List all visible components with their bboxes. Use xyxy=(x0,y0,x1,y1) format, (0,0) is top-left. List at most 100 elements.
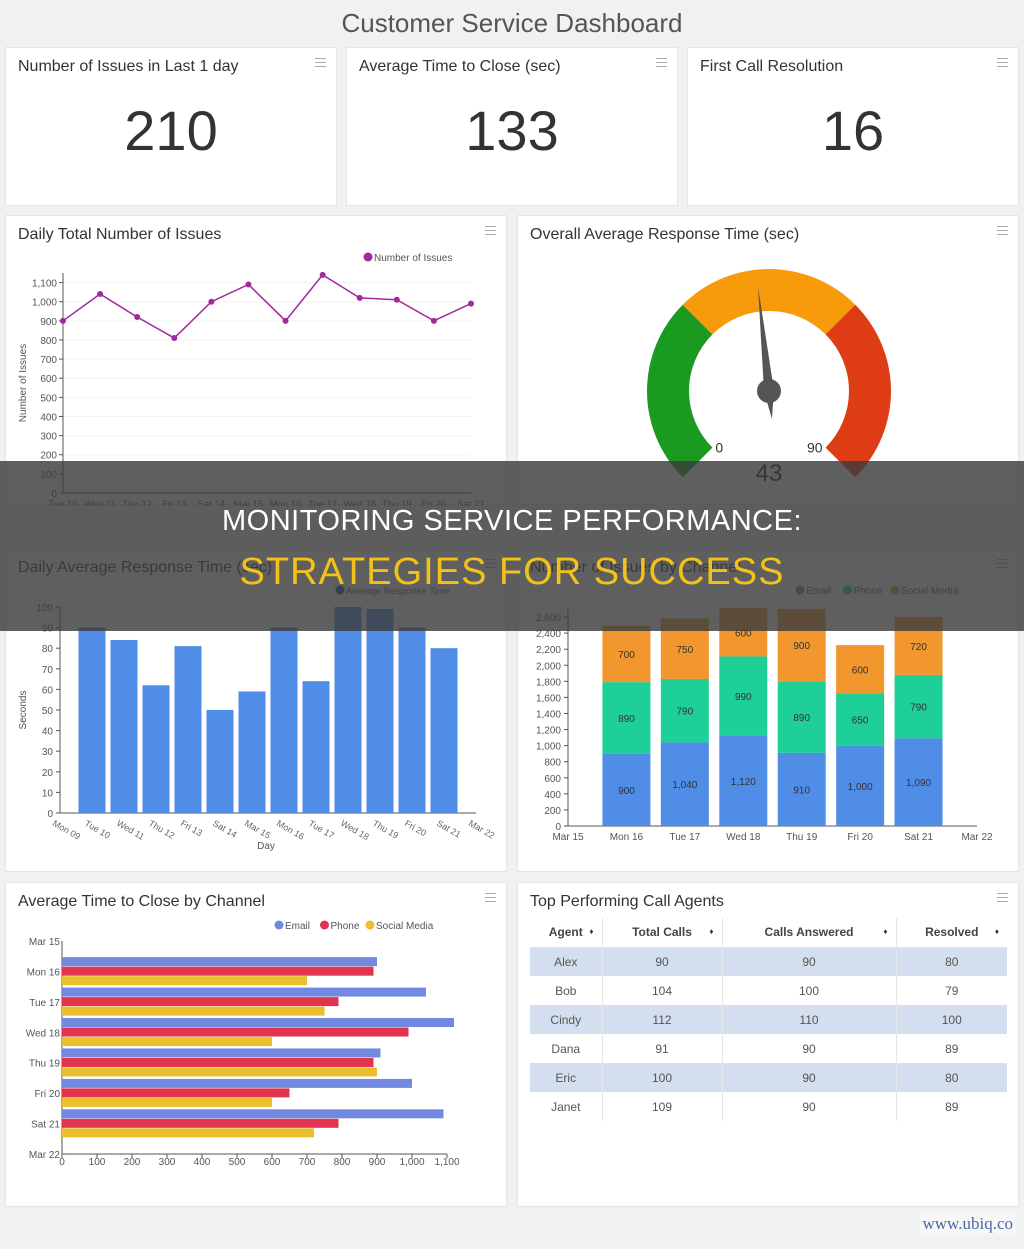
x-tick-label: Sat 14 xyxy=(211,818,239,840)
y-tick-label: 800 xyxy=(544,758,561,769)
x-tick-label: 600 xyxy=(264,1157,281,1168)
sort-icon[interactable]: ♦ xyxy=(709,927,713,936)
column-header-resolved[interactable]: Resolved ♦ xyxy=(896,918,1007,948)
sort-icon[interactable]: ♦ xyxy=(995,927,999,936)
y-tick-label: 200 xyxy=(544,806,561,817)
legend-marker xyxy=(365,920,375,930)
data-label: 990 xyxy=(735,692,752,703)
cell: 89 xyxy=(945,1041,959,1056)
kpi-value: 133 xyxy=(465,99,559,162)
y-tick-label: Wed 18 xyxy=(26,1028,61,1039)
menu-icon[interactable] xyxy=(656,58,667,67)
column-header-total-calls[interactable]: Total Calls ♦ xyxy=(602,918,723,948)
bar xyxy=(62,1118,339,1128)
x-tick-label: Mar 22 xyxy=(467,818,496,841)
bar xyxy=(174,646,202,813)
x-tick-label: 1,000 xyxy=(399,1157,424,1168)
gauge-pivot xyxy=(757,379,781,403)
x-tick-label: Thu 19 xyxy=(371,818,400,841)
cell: 100 xyxy=(722,976,897,1005)
x-tick-label: 700 xyxy=(299,1157,316,1168)
menu-icon[interactable] xyxy=(315,58,326,67)
x-tick-label: Fri 20 xyxy=(403,818,428,838)
y-tick-label: 60 xyxy=(42,685,54,696)
cell: 100 xyxy=(602,1063,723,1092)
cell: 90 xyxy=(722,947,897,976)
x-tick-label: 500 xyxy=(229,1157,246,1168)
data-label: 650 xyxy=(852,716,869,727)
kpi-card-time-to-close: Average Time to Close (sec) 133 xyxy=(346,47,678,206)
cell: 80 xyxy=(896,1063,1007,1092)
column-label: Calls Answered xyxy=(764,925,854,940)
bar xyxy=(62,1078,412,1088)
data-point xyxy=(319,271,326,278)
table-row: Eric 100 90 80 xyxy=(530,1063,1007,1092)
data-point xyxy=(282,317,289,324)
data-label: 1,040 xyxy=(672,780,697,791)
data-point xyxy=(468,300,474,307)
legend-label: Email xyxy=(285,921,310,932)
x-tick-label: Sat 21 xyxy=(435,818,463,840)
column-label: Resolved xyxy=(925,925,979,940)
gauge-max-label: 90 xyxy=(807,440,823,456)
x-tick-label: Mon 09 xyxy=(51,818,82,842)
bar xyxy=(62,1109,444,1119)
data-label: 1,000 xyxy=(848,782,873,793)
column-label: Total Calls xyxy=(632,925,692,940)
x-tick-label: Wed 18 xyxy=(339,818,371,842)
bar xyxy=(206,710,234,813)
x-tick-label: 100 xyxy=(89,1157,106,1168)
y-tick-label: 30 xyxy=(42,747,54,758)
bar xyxy=(430,648,458,813)
bar xyxy=(302,681,330,813)
y-tick-label: 600 xyxy=(40,374,57,385)
x-tick-label: Wed 18 xyxy=(726,832,761,843)
menu-icon[interactable] xyxy=(997,58,1008,67)
bar xyxy=(62,1057,374,1067)
cell: 104 xyxy=(602,976,723,1005)
x-tick-label: 0 xyxy=(59,1157,65,1168)
kpi-title: Number of Issues in Last 1 day xyxy=(18,58,239,75)
watermark: www.ubiq.co xyxy=(919,1213,1016,1235)
bar xyxy=(62,1006,325,1016)
y-tick-label: 400 xyxy=(40,412,57,423)
y-tick-label: 80 xyxy=(42,644,54,655)
overlay-headline: MONITORING SERVICE PERFORMANCE: xyxy=(222,505,802,537)
x-tick-label: Wed 11 xyxy=(115,818,146,842)
kpi-title: Average Time to Close (sec) xyxy=(359,58,561,75)
table-row: Dana 91 90 89 xyxy=(530,1034,1007,1063)
gauge-band xyxy=(647,304,713,478)
bar xyxy=(62,1048,381,1058)
y-tick-label: 400 xyxy=(544,790,561,801)
y-tick-label: 1,400 xyxy=(536,709,561,720)
sort-icon[interactable]: ♦ xyxy=(883,927,887,936)
y-tick-label: 0 xyxy=(47,809,53,820)
cell: Cindy xyxy=(530,1005,603,1034)
x-tick-label: 800 xyxy=(334,1157,351,1168)
gauge-band xyxy=(682,269,856,335)
bar xyxy=(62,1097,272,1107)
title-overlay-band xyxy=(0,461,1024,631)
x-tick-label: Tue 17 xyxy=(669,832,700,843)
bar xyxy=(62,1128,314,1138)
data-label: 900 xyxy=(793,641,810,652)
sort-icon[interactable]: ♦ xyxy=(589,927,593,936)
data-point xyxy=(60,317,66,324)
y-tick-label: Thu 19 xyxy=(29,1059,61,1070)
table-row: Janet 109 90 89 xyxy=(530,1092,1007,1121)
cell: 79 xyxy=(945,983,959,998)
x-tick-label: 200 xyxy=(124,1157,141,1168)
y-tick-label: 2,000 xyxy=(536,661,561,672)
menu-icon[interactable] xyxy=(997,893,1008,902)
column-header-agent[interactable]: Agent ♦ xyxy=(530,918,603,948)
table-row: Cindy 112 110 100 xyxy=(530,1005,1007,1034)
cell: 112 xyxy=(602,1005,723,1034)
x-tick-label: Fri 13 xyxy=(179,818,204,838)
y-tick-label: 1,800 xyxy=(536,677,561,688)
series-line xyxy=(62,273,472,339)
column-header-calls-answered[interactable]: Calls Answered ♦ xyxy=(722,918,897,948)
page-title: Customer Service Dashboard xyxy=(341,8,683,38)
gauge-band xyxy=(825,304,891,478)
kpi-value: 210 xyxy=(124,99,218,162)
cell: 100 xyxy=(896,1005,1007,1034)
